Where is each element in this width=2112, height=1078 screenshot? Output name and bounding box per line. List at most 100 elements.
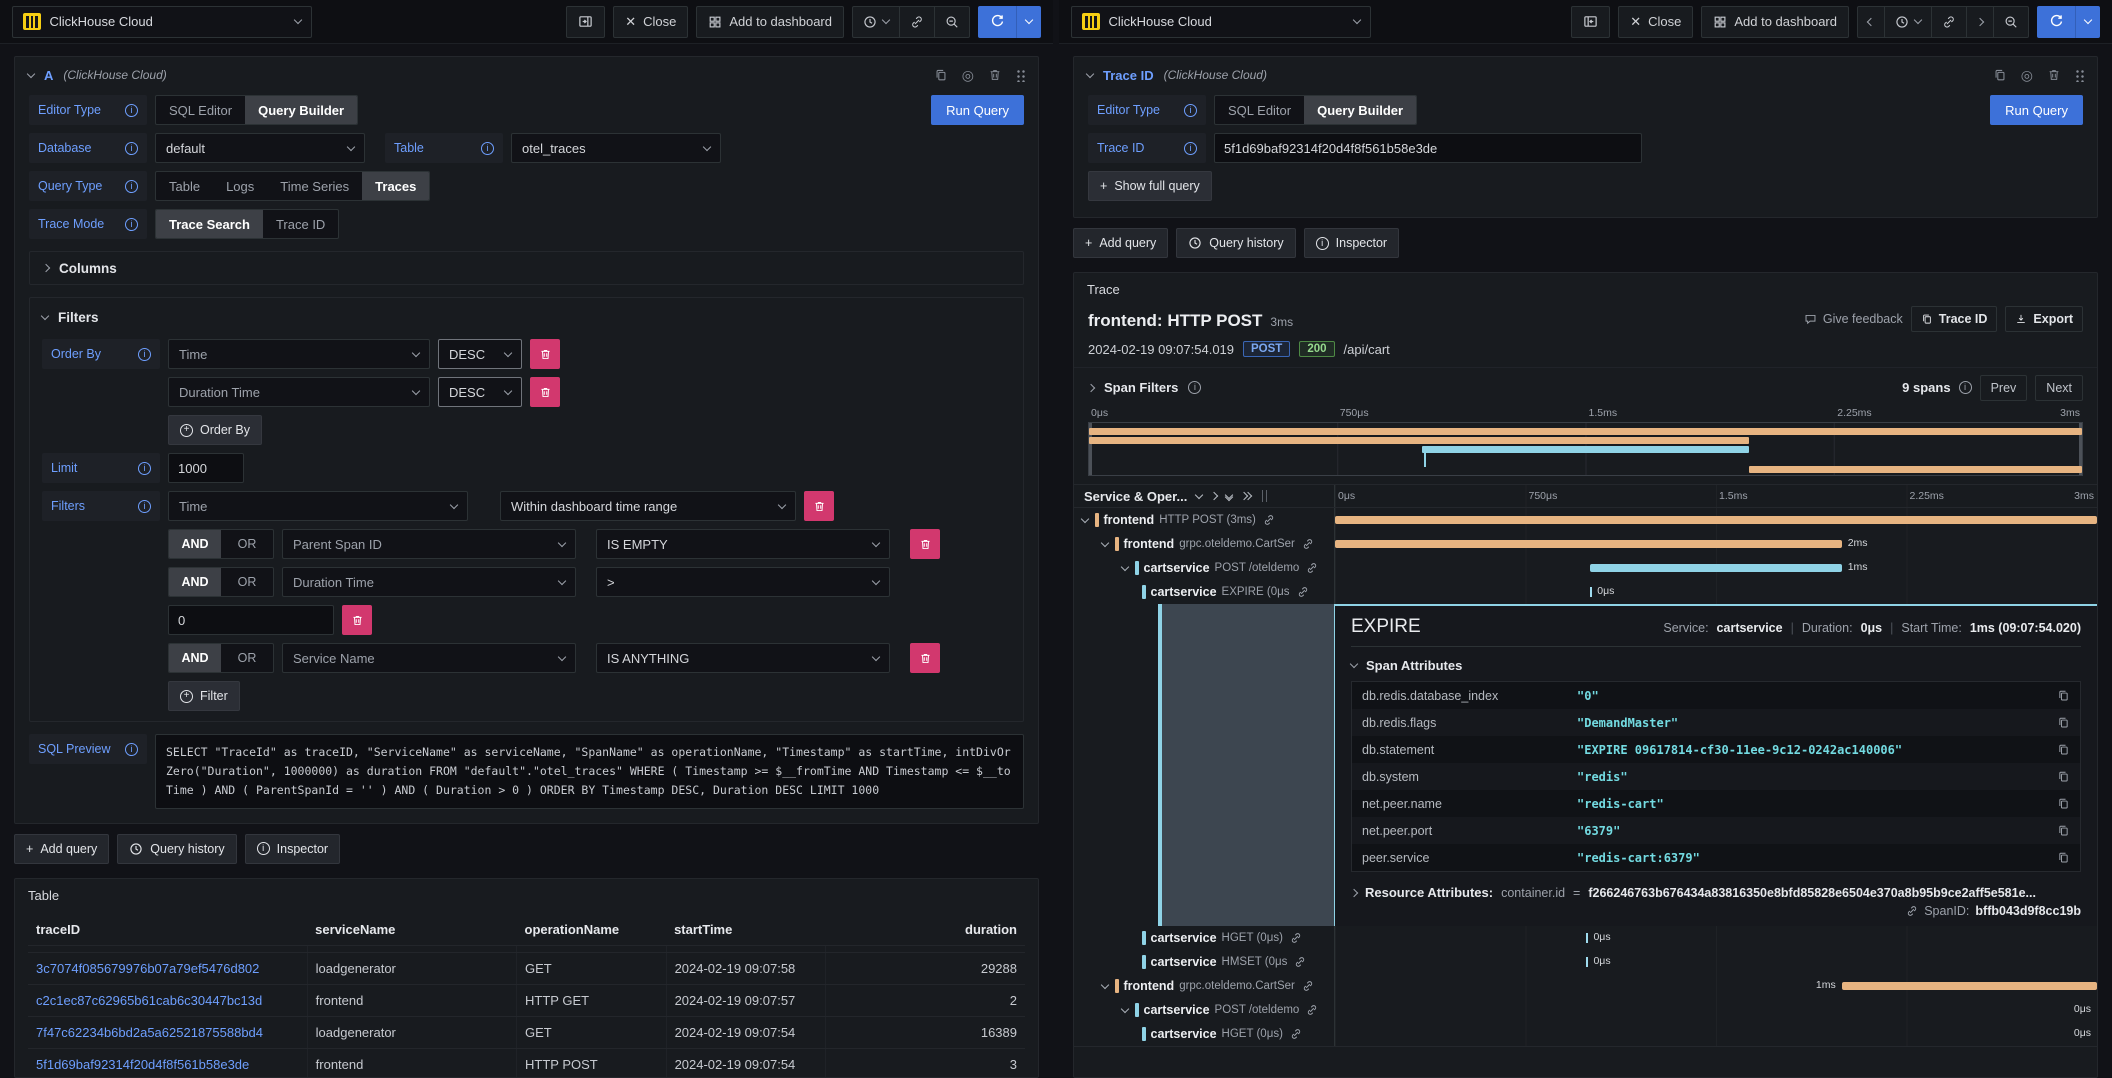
table-select[interactable]: otel_traces [511, 133, 721, 163]
or-option[interactable]: OR [221, 644, 273, 672]
chevron-right-icon[interactable] [1211, 493, 1217, 499]
query-type-table[interactable]: Table [156, 172, 213, 200]
refresh-interval-dropdown[interactable] [2075, 6, 2100, 38]
add-query-button[interactable]: +Add query [1073, 228, 1168, 258]
collapse-span-icon[interactable] [1121, 562, 1129, 570]
query-type-time-series[interactable]: Time Series [267, 172, 362, 200]
remove-query-icon[interactable] [988, 68, 1002, 82]
refresh-interval-dropdown[interactable] [1016, 6, 1041, 38]
and-option[interactable]: AND [169, 644, 221, 672]
editor-type-sql-editor[interactable]: SQL Editor [1215, 96, 1304, 124]
link-icon[interactable] [1290, 1028, 1302, 1040]
span-name[interactable]: cartserviceHGET (0μs) [1074, 1022, 1334, 1046]
zoom-out-button[interactable] [1993, 7, 2028, 37]
filter-value-input[interactable]: 0 [168, 605, 334, 635]
link-icon[interactable] [1302, 538, 1314, 550]
trace-mode-id[interactable]: Trace ID [263, 210, 338, 238]
span-filters-toggle[interactable]: Span Filters [1104, 380, 1178, 395]
copy-attribute-button[interactable] [2057, 689, 2070, 702]
refresh-button[interactable] [2037, 6, 2075, 38]
remove-filter-button[interactable] [804, 491, 834, 521]
add-filter-button[interactable]: Filter [168, 681, 240, 711]
table-row[interactable]: 5f1d69baf92314f20d4f8f561b58e3de fronten… [28, 1048, 1025, 1078]
link-icon[interactable] [1906, 905, 1918, 917]
span-duration-bar[interactable] [1335, 516, 2097, 524]
filter-field-select[interactable]: Parent Span ID [282, 529, 576, 559]
info-icon[interactable] [125, 180, 138, 193]
or-option[interactable]: OR [221, 568, 273, 596]
give-feedback-button[interactable]: Give feedback [1804, 312, 1903, 326]
duplicate-query-icon[interactable] [934, 68, 948, 82]
hide-response-icon[interactable]: ◎ [962, 68, 974, 82]
collapse-span-icon[interactable] [1101, 980, 1109, 988]
resource-attributes-toggle[interactable]: Resource Attributes: container.id = f266… [1351, 885, 2081, 900]
order-by-direction-select[interactable]: DESC [438, 339, 522, 369]
info-icon[interactable] [1184, 142, 1197, 155]
span-name[interactable]: cartserviceHMSET (0μs [1074, 950, 1334, 974]
collapse-span-icon[interactable] [1101, 538, 1109, 546]
and-option[interactable]: AND [169, 530, 221, 558]
trace-id-link[interactable]: 3c7074f085679976b07a79ef5476d802 [36, 961, 259, 976]
span-row[interactable]: cartserviceEXPIRE (0μs 0μs [1074, 580, 2097, 604]
inspector-button[interactable]: Inspector [1304, 228, 1399, 258]
span-duration-bar[interactable] [1842, 982, 2097, 990]
inspector-button[interactable]: Inspector [245, 834, 340, 864]
remove-order-by-button[interactable] [530, 339, 560, 369]
or-option[interactable]: OR [221, 530, 273, 558]
sync-times-button[interactable] [899, 7, 934, 37]
copy-attribute-button[interactable] [2057, 824, 2070, 837]
span-row[interactable]: cartservicePOST /oteldemo 1ms [1074, 556, 2097, 580]
link-icon[interactable] [1294, 956, 1306, 968]
order-by-field-select[interactable]: Time [168, 339, 430, 369]
filter-field-select[interactable]: Duration Time [282, 567, 576, 597]
datasource-picker[interactable]: ClickHouse Cloud [1071, 6, 1371, 38]
editor-type-query-builder[interactable]: Query Builder [1304, 96, 1416, 124]
copy-attribute-button[interactable] [2057, 716, 2070, 729]
filter-field-select[interactable]: Time [168, 491, 468, 521]
column-resize-handle[interactable] [1262, 490, 1267, 502]
columns-section-toggle[interactable]: Columns [29, 251, 1024, 285]
span-name[interactable]: cartservicePOST /oteldemo [1074, 998, 1334, 1022]
link-icon[interactable] [1263, 514, 1275, 526]
copy-attribute-button[interactable] [2057, 851, 2070, 864]
collapse-span-icon[interactable] [1081, 514, 1089, 522]
expand-all-icon[interactable] [1226, 493, 1232, 500]
split-pane-button[interactable] [1571, 6, 1610, 38]
time-shift-back-button[interactable] [1858, 7, 1884, 37]
hide-response-icon[interactable]: ◎ [2021, 68, 2033, 82]
info-icon[interactable] [138, 462, 151, 475]
table-row[interactable]: 3c7074f085679976b07a79ef5476d802 loadgen… [28, 952, 1025, 984]
span-name[interactable]: cartserviceHGET (0μs) [1074, 926, 1334, 950]
copy-attribute-button[interactable] [2057, 797, 2070, 810]
order-by-field-select[interactable]: Duration Time [168, 377, 430, 407]
span-row[interactable]: frontendHTTP POST (3ms) [1074, 508, 2097, 532]
remove-filter-button[interactable] [342, 605, 372, 635]
limit-input[interactable]: 1000 [168, 453, 244, 483]
remove-query-icon[interactable] [2047, 68, 2061, 82]
span-name[interactable]: frontendgrpc.oteldemo.CartSer [1074, 532, 1334, 556]
link-icon[interactable] [1297, 586, 1309, 598]
query-row-header[interactable]: Trace ID (ClickHouse Cloud) ◎ [1074, 57, 2097, 93]
link-icon[interactable] [1306, 1004, 1318, 1016]
info-icon[interactable] [125, 218, 138, 231]
span-name[interactable]: frontendgrpc.oteldemo.CartSer [1074, 974, 1334, 998]
info-icon[interactable] [125, 743, 138, 756]
span-row[interactable]: cartserviceHGET (0μs) 0μs [1074, 926, 2097, 950]
span-duration-tick[interactable] [1590, 587, 1592, 597]
span-duration-bar[interactable] [1590, 564, 1841, 572]
close-split-button[interactable]: ✕ Close [613, 6, 688, 38]
span-row[interactable]: cartserviceHMSET (0μs 0μs [1074, 950, 2097, 974]
collapse-all-icon[interactable] [1241, 493, 1251, 499]
editor-type-query-builder[interactable]: Query Builder [245, 96, 357, 124]
link-icon[interactable] [1302, 980, 1314, 992]
span-name[interactable]: cartservicePOST /oteldemo [1074, 556, 1334, 580]
span-row[interactable]: frontendgrpc.oteldemo.CartSer 1ms [1074, 974, 2097, 998]
add-order-by-button[interactable]: Order By [168, 415, 262, 445]
add-to-dashboard-button[interactable]: Add to dashboard [696, 6, 844, 38]
info-icon[interactable] [1184, 104, 1197, 117]
collapse-query-icon[interactable] [27, 69, 35, 77]
copy-attribute-button[interactable] [2057, 770, 2070, 783]
link-icon[interactable] [1306, 562, 1318, 574]
collapse-query-icon[interactable] [1086, 69, 1094, 77]
filter-operator-select[interactable]: > [596, 567, 890, 597]
